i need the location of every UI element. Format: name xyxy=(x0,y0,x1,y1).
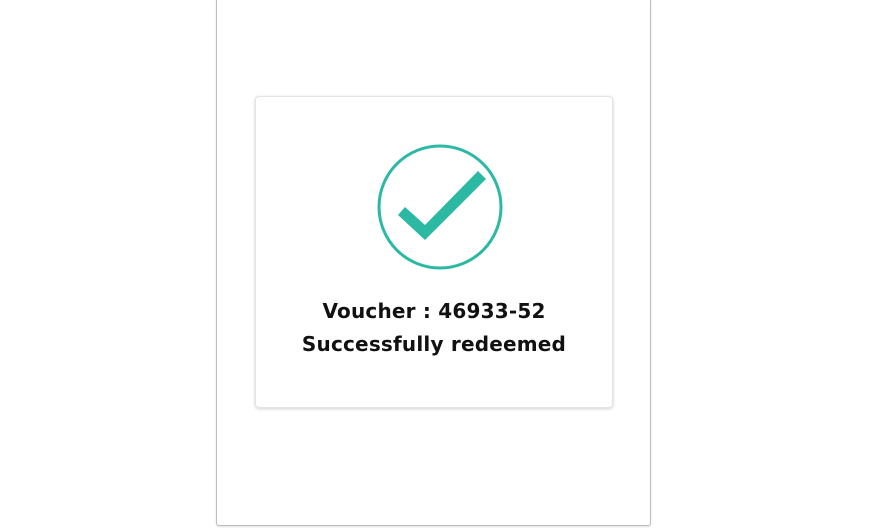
voucher-number-text: Voucher : 46933-52 xyxy=(322,299,546,323)
check-circle-icon xyxy=(377,144,503,270)
redeem-success-card: Voucher : 46933-52 Successfully redeemed xyxy=(255,96,613,408)
redeemed-status-text: Successfully redeemed xyxy=(301,332,567,356)
